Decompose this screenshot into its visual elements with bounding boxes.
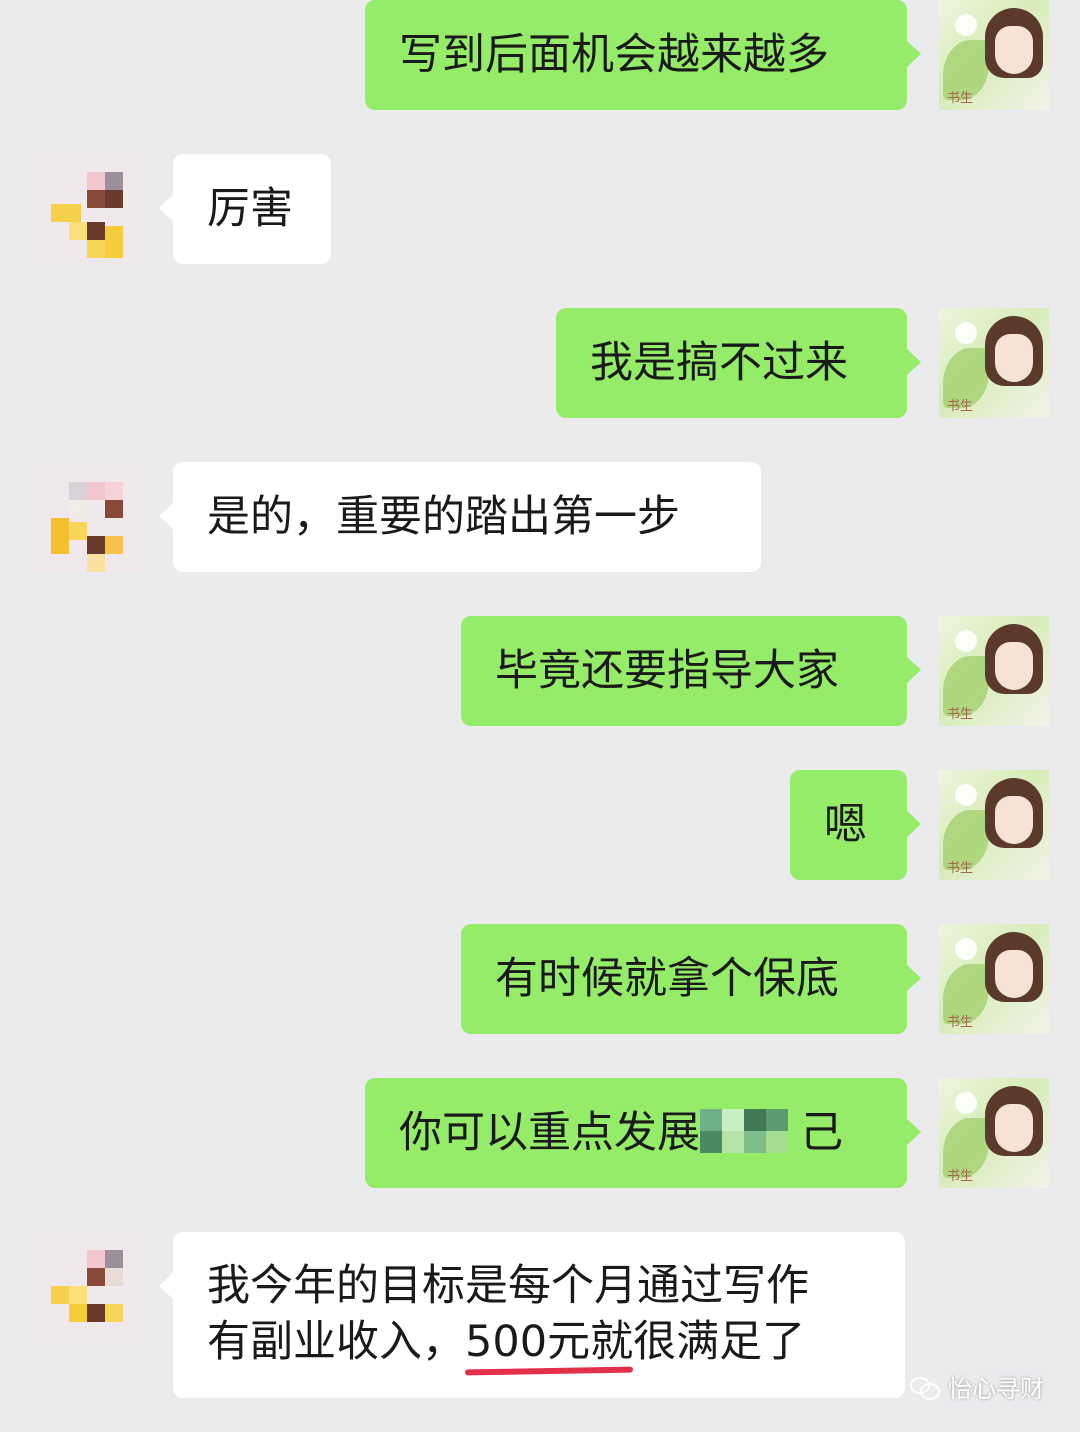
message-text: 嗯 <box>824 800 867 850</box>
message-text-line2-prefix: 有副业收入， <box>207 1317 465 1367</box>
self-avatar[interactable]: 书生 <box>939 308 1049 418</box>
message-text: 毕竟还要指导大家 <box>495 646 839 696</box>
avatar-signature: 书生 <box>947 707 974 722</box>
chat-bubble-contact[interactable]: 我今年的目标是每个月通过写作 有副业收入，500元就很满足了 <box>159 1232 905 1398</box>
message-text: 写到后面机会越来越多 <box>399 30 829 80</box>
contact-avatar[interactable] <box>31 1232 141 1342</box>
contact-avatar[interactable] <box>31 462 141 572</box>
avatar-signature: 书生 <box>947 91 974 106</box>
chat-bubble-contact[interactable]: 是的，重要的踏出第一步 <box>159 462 761 572</box>
chat-bubble-self[interactable]: 毕竟还要指导大家 <box>461 616 921 726</box>
chat-bubble-self[interactable]: 我是搞不过来 <box>556 308 921 418</box>
wechat-channel-icon <box>910 1375 940 1400</box>
message-text: 厉害 <box>207 184 293 234</box>
avatar-signature: 书生 <box>947 861 974 876</box>
chat-bubble-self[interactable]: 写到后面机会越来越多 <box>365 0 921 110</box>
message-text-suffix: 己 <box>800 1108 843 1158</box>
message-text: 是的，重要的踏出第一步 <box>207 492 680 542</box>
message-text-line2: 有副业收入，500元就很满足了 <box>207 1314 871 1370</box>
message-text: 我是搞不过来 <box>590 338 848 388</box>
message-text: 你可以重点发展 <box>399 1108 700 1158</box>
chat-bubble-self[interactable]: 有时候就拿个保底 <box>461 924 921 1034</box>
avatar-signature: 书生 <box>947 399 974 414</box>
chat-bubble-self[interactable]: 你可以重点发展 己 <box>365 1078 921 1188</box>
message-text-line2-suffix: 很满足了 <box>633 1317 806 1367</box>
message-text: 有时候就拿个保底 <box>495 954 839 1004</box>
self-avatar[interactable]: 书生 <box>939 616 1049 726</box>
avatar-signature: 书生 <box>947 1169 974 1184</box>
self-avatar[interactable]: 书生 <box>939 924 1049 1034</box>
watermark-text: 怡心寻财 <box>948 1375 1044 1403</box>
chat-bubble-self[interactable]: 嗯 <box>790 770 921 880</box>
avatar-signature: 书生 <box>947 1015 974 1030</box>
self-avatar[interactable]: 书生 <box>939 770 1049 880</box>
self-avatar[interactable]: 书生 <box>939 1078 1049 1188</box>
highlighted-amount: 500元就 <box>465 1314 633 1370</box>
contact-avatar[interactable] <box>31 154 141 264</box>
self-avatar[interactable]: 书生 <box>939 0 1049 110</box>
watermark: 怡心寻财 <box>910 1369 1044 1404</box>
message-text-line1: 我今年的目标是每个月通过写作 <box>207 1261 809 1311</box>
pixelated-text <box>700 1105 800 1153</box>
chat-bubble-contact[interactable]: 厉害 <box>159 154 331 264</box>
